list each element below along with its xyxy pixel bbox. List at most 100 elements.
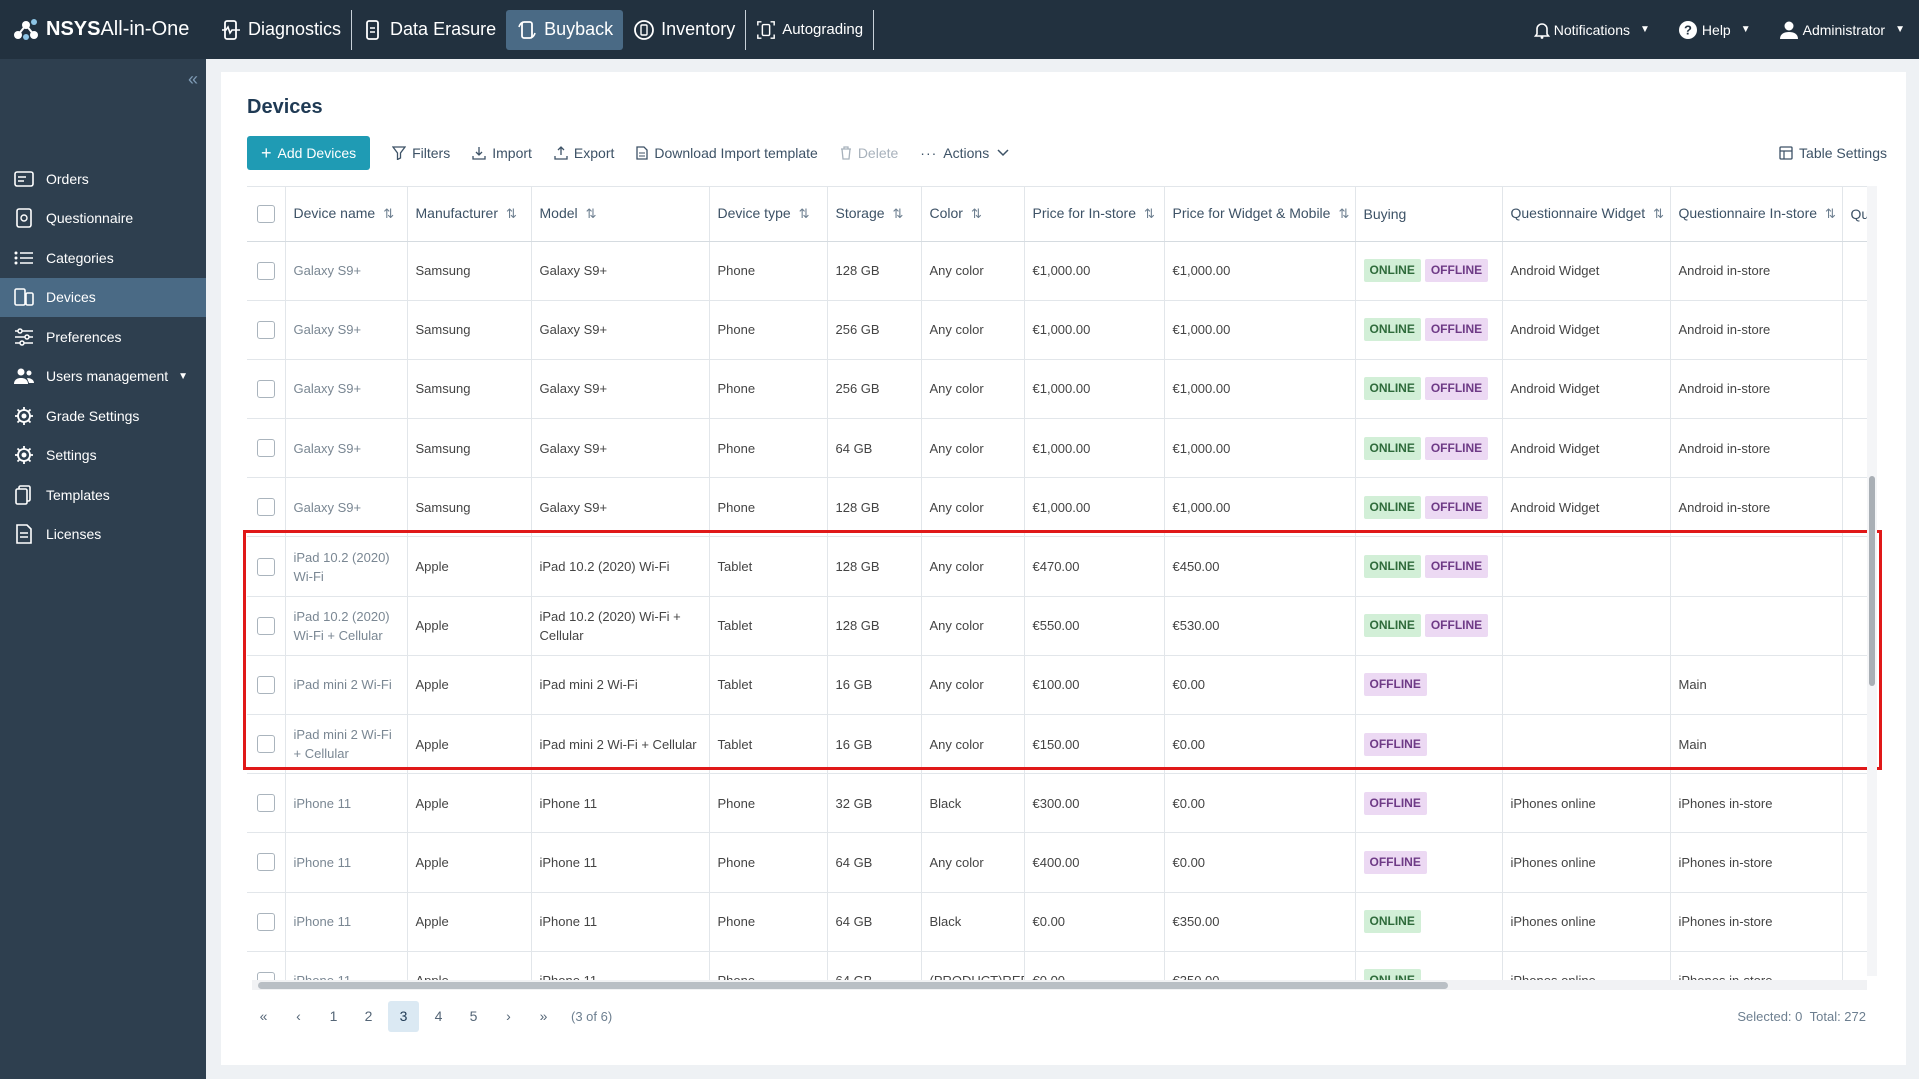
add-devices-button[interactable]: + Add Devices	[247, 136, 371, 170]
row-checkbox[interactable]	[257, 853, 275, 872]
sort-icon[interactable]: ⇅	[383, 206, 394, 221]
row-checkbox[interactable]	[257, 735, 275, 754]
table-row[interactable]: iPad mini 2 Wi-Fi Apple iPad mini 2 Wi-Fi T…	[247, 655, 1867, 716]
table-row[interactable]: iPhone 11 Apple iPhone 11 Phone 32 GB Black €3…	[247, 773, 1867, 834]
sort-icon[interactable]: ⇅	[586, 206, 597, 221]
table-row[interactable]: iPad 10.2 (2020) Wi-Fi Apple iPad 10.2 (20…	[247, 536, 1867, 597]
table-row[interactable]: iPad mini 2 Wi-Fi + Cellular Apple iPad mi…	[247, 714, 1867, 775]
column-header-storage[interactable]: Storage ⇅	[827, 187, 922, 242]
sort-icon[interactable]: ⇅	[1825, 206, 1836, 221]
module-autograding[interactable]: Autograding	[746, 10, 873, 50]
column-header-buying[interactable]: Buying	[1355, 187, 1503, 242]
table-row[interactable]: Galaxy S9+ Samsung Galaxy S9+ Phone 256 GB An…	[247, 300, 1867, 360]
scrollbar-thumb[interactable]	[1869, 476, 1875, 686]
table-row[interactable]: iPhone 11 Apple iPhone 11 Phone 64 GB Any col…	[247, 832, 1867, 893]
row-checkbox[interactable]	[257, 320, 275, 339]
table-row[interactable]: iPhone 11 Apple iPhone 11 Phone 64 GB Black €0…	[247, 892, 1867, 952]
page-1-button[interactable]: 1	[318, 1001, 349, 1032]
brand-logo[interactable]: NSYS All-in-One	[0, 17, 210, 43]
last-page-button[interactable]: »	[528, 1001, 559, 1032]
table-row[interactable]: Galaxy S9+ Samsung Galaxy S9+ Phone 64 GB Any…	[247, 418, 1867, 479]
column-header-model[interactable]: Model ⇅	[531, 187, 710, 242]
row-checkbox[interactable]	[257, 794, 275, 813]
row-select-cell[interactable]	[247, 536, 286, 597]
download-template-button[interactable]: Download Import template	[636, 145, 818, 161]
table-row[interactable]: Galaxy S9+ Samsung Galaxy S9+ Phone 256 GB An…	[247, 359, 1867, 420]
sort-icon[interactable]: ⇅	[1338, 206, 1349, 221]
scrollbar-thumb[interactable]	[258, 982, 1448, 989]
column-header-device-name[interactable]: Device name ⇅	[285, 187, 408, 242]
sidebar-item-templates[interactable]: Templates	[0, 475, 206, 515]
row-select-cell[interactable]	[247, 655, 286, 716]
row-checkbox[interactable]	[257, 616, 275, 635]
row-select-cell[interactable]	[247, 773, 286, 834]
sidebar-item-grade-settings[interactable]: Grade Settings	[0, 396, 206, 436]
vertical-scrollbar[interactable]	[1867, 186, 1877, 976]
column-header-questionnaire-widget[interactable]: Questionnaire Widget ⇅	[1502, 187, 1671, 242]
sidebar-item-categories[interactable]: Categories	[0, 238, 206, 278]
row-select-cell[interactable]	[247, 300, 286, 360]
sort-icon[interactable]: ⇅	[893, 206, 904, 221]
notifications-menu[interactable]: Notifications ▼	[1533, 21, 1650, 39]
sort-icon[interactable]: ⇅	[971, 206, 982, 221]
table-row[interactable]: Galaxy S9+ Samsung Galaxy S9+ Phone 128 GB An…	[247, 477, 1867, 538]
first-page-button[interactable]: «	[248, 1001, 279, 1032]
module-inventory[interactable]: Inventory	[623, 10, 745, 50]
column-header-price-widget[interactable]: Price for Widget & Mobile ⇅	[1164, 187, 1356, 242]
column-header-color[interactable]: Color ⇅	[921, 187, 1025, 242]
row-checkbox[interactable]	[257, 261, 275, 280]
module-buyback[interactable]: Buyback	[506, 9, 624, 50]
row-select-cell[interactable]	[247, 477, 286, 538]
horizontal-scrollbar[interactable]	[252, 980, 1867, 990]
row-select-cell[interactable]	[247, 832, 286, 893]
module-data-erasure[interactable]: Data Erasure	[352, 10, 506, 50]
header-select-all[interactable]	[247, 187, 286, 242]
page-3-button[interactable]: 3	[388, 1000, 419, 1032]
column-header-truncated[interactable]: Qu	[1842, 187, 1867, 242]
sidebar-item-devices[interactable]: Devices	[0, 277, 206, 317]
row-select-cell[interactable]	[247, 892, 286, 952]
export-button[interactable]: Export	[554, 145, 614, 161]
page-4-button[interactable]: 4	[423, 1001, 454, 1032]
sidebar-item-questionnaire[interactable]: Questionnaire	[0, 199, 206, 239]
row-checkbox[interactable]	[257, 439, 275, 458]
row-checkbox[interactable]	[257, 379, 275, 398]
next-page-button[interactable]: ›	[493, 1001, 524, 1032]
sort-icon[interactable]: ⇅	[506, 206, 517, 221]
page-5-button[interactable]: 5	[458, 1001, 489, 1032]
column-header-device-type[interactable]: Device type ⇅	[709, 187, 828, 242]
help-menu[interactable]: ? Help ▼	[1678, 20, 1751, 40]
sort-icon[interactable]: ⇅	[1653, 206, 1664, 221]
row-select-cell[interactable]	[247, 359, 286, 420]
sidebar-item-orders[interactable]: Orders	[0, 159, 206, 199]
sidebar-item-users-management[interactable]: Users management ▼	[0, 357, 206, 397]
actions-dropdown[interactable]: ··· Actions	[920, 145, 1015, 161]
row-checkbox[interactable]	[257, 498, 275, 517]
column-header-questionnaire-instore[interactable]: Questionnaire In-store ⇅	[1670, 187, 1843, 242]
select-all-checkbox[interactable]	[257, 204, 275, 223]
collapse-sidebar-icon[interactable]: «	[188, 69, 198, 90]
sort-icon[interactable]: ⇅	[1144, 206, 1155, 221]
table-row[interactable]: iPad 10.2 (2020) Wi-Fi + Cellular Apple iP…	[247, 596, 1867, 656]
sidebar-item-preferences[interactable]: Preferences	[0, 317, 206, 357]
prev-page-button[interactable]: ‹	[283, 1001, 314, 1032]
sidebar-item-licenses[interactable]: Licenses	[0, 515, 206, 555]
row-select-cell[interactable]	[247, 714, 286, 775]
sidebar-item-settings[interactable]: Settings	[0, 436, 206, 476]
table-settings-button[interactable]: Table Settings	[1779, 145, 1887, 161]
row-checkbox[interactable]	[257, 557, 275, 576]
row-checkbox[interactable]	[257, 912, 275, 931]
filters-button[interactable]: Filters	[392, 145, 450, 161]
user-menu[interactable]: Administrator ▼	[1779, 20, 1905, 40]
table-row[interactable]: Galaxy S9+ Samsung Galaxy S9+ Phone 128 GB An…	[247, 241, 1867, 301]
page-2-button[interactable]: 2	[353, 1001, 384, 1032]
module-diagnostics[interactable]: Diagnostics	[210, 10, 351, 50]
row-select-cell[interactable]	[247, 418, 286, 479]
row-select-cell[interactable]	[247, 241, 286, 301]
column-header-manufacturer[interactable]: Manufacturer ⇅	[407, 187, 532, 242]
row-checkbox[interactable]	[257, 675, 275, 694]
import-button[interactable]: Import	[472, 145, 532, 161]
row-select-cell[interactable]	[247, 596, 286, 656]
column-header-price-instore[interactable]: Price for In-store ⇅	[1024, 187, 1165, 242]
delete-button[interactable]: Delete	[840, 145, 898, 161]
